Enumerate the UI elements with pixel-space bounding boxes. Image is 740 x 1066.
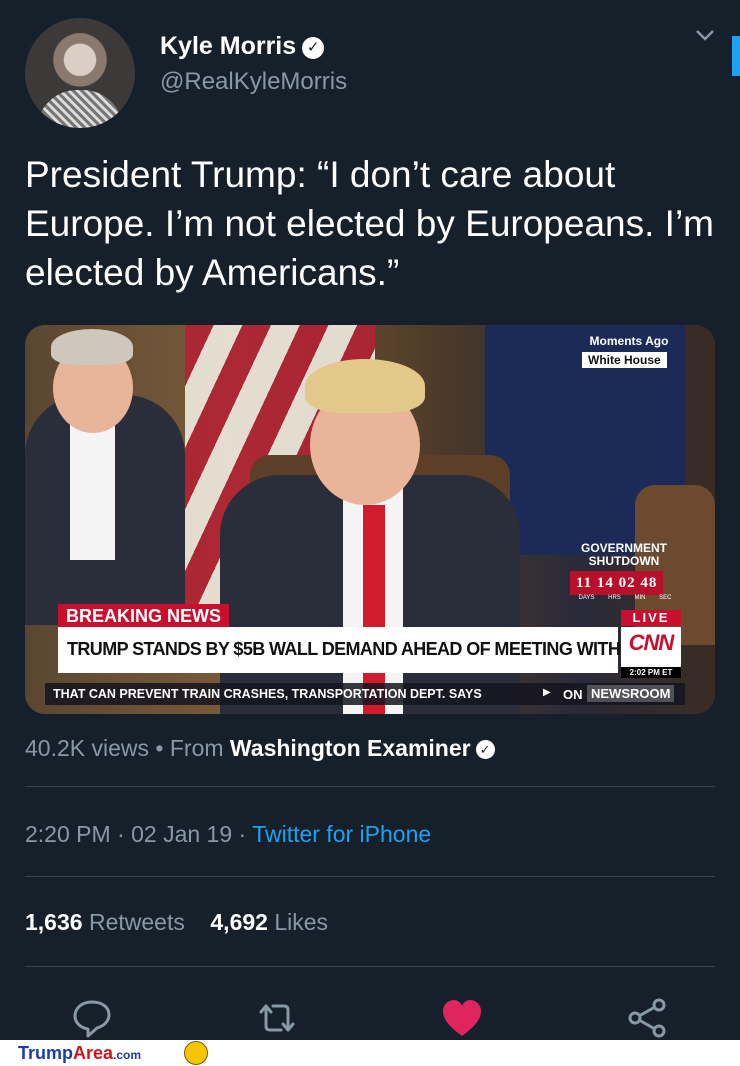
reply-icon[interactable] [70,996,114,1040]
divider [25,966,715,967]
timestamp-line: 2:20 PM · 02 Jan 19 · Twitter for iPhone [25,821,431,848]
likes-label: Likes [274,909,329,935]
retweets-stat[interactable]: 1,636 Retweets [25,909,185,935]
person-center-hair [305,359,425,413]
author-handle[interactable]: @RealKyleMorris [160,68,347,96]
source-account[interactable]: Washington Examiner [230,735,471,761]
verified-badge-icon: ✓ [302,37,325,59]
tweet-date: 02 Jan 19 [131,821,233,847]
engagement-stats: 1,636 Retweets 4,692 Likes [25,909,328,936]
heart-icon[interactable] [440,996,484,1040]
clock-units: DAYS HRS MIN SEC [578,595,672,601]
retweets-label: Retweets [88,909,185,935]
client-link[interactable]: Twitter for iPhone [252,821,431,847]
person-left-hair [51,329,133,365]
show-name: NEWSROOM [587,685,675,702]
views-line: 40.2K views • From Washington Examiner ✓ [25,735,495,762]
tweet-text: President Trump: “I don’t care about Eur… [25,154,714,293]
location-label: White House [582,352,667,368]
shutdown-clock: 11 14 02 48 [570,571,664,595]
shutdown-label-line2: SHUTDOWN [588,554,660,568]
separator-dot: • [155,735,164,761]
from-label: From [169,735,224,761]
author-name[interactable]: Kyle Morris ✓ [160,32,325,61]
person-left-shirt [70,420,115,560]
watermark-part3: .com [113,1048,142,1062]
scroll-indicator [732,36,740,76]
breaking-news-label: BREAKING NEWS [58,604,230,628]
avatar-shirt [37,90,123,128]
dot-separator: · [117,821,125,847]
likes-stat[interactable]: 4,692 Likes [210,909,328,935]
tweet-time: 2:20 PM [25,821,111,847]
watermark-part1: Trump [18,1043,74,1063]
network-time: 2:02 PM ET [621,667,681,678]
avatar[interactable] [25,18,135,128]
live-badge: LIVE [621,610,681,626]
emoji-icon [184,1041,208,1065]
watermark-logo: TrumpArea.com [18,1043,141,1064]
likes-count: 4,692 [210,909,268,935]
source-verified-icon: ✓ [475,740,495,759]
divider [25,876,715,877]
dot-separator: · [238,821,247,847]
shutdown-label: GOVERNMENT SHUTDOWN [562,542,686,568]
author-name-text: Kyle Morris [160,32,297,60]
play-arrow-icon: ▶ [543,687,551,698]
network-logo: CNN [628,630,675,655]
moments-ago-label: Moments Ago [589,334,669,348]
video-media[interactable]: Moments Ago White House GOVERNMENT SHUTD… [25,325,715,714]
divider [25,786,715,787]
chevron-down-icon[interactable] [694,24,716,46]
views-count: 40.2K views [25,735,150,761]
watermark-part2: Area [73,1043,114,1063]
retweet-icon[interactable] [255,996,299,1040]
share-icon[interactable] [625,996,669,1040]
retweets-count: 1,636 [25,909,83,935]
ticker-text: THAT CAN PREVENT TRAIN CRASHES, TRANSPOR… [53,687,482,701]
on-label: ON [563,687,583,702]
chyron-headline: TRUMP STANDS BY $5B WALL DEMAND AHEAD OF… [67,639,675,659]
